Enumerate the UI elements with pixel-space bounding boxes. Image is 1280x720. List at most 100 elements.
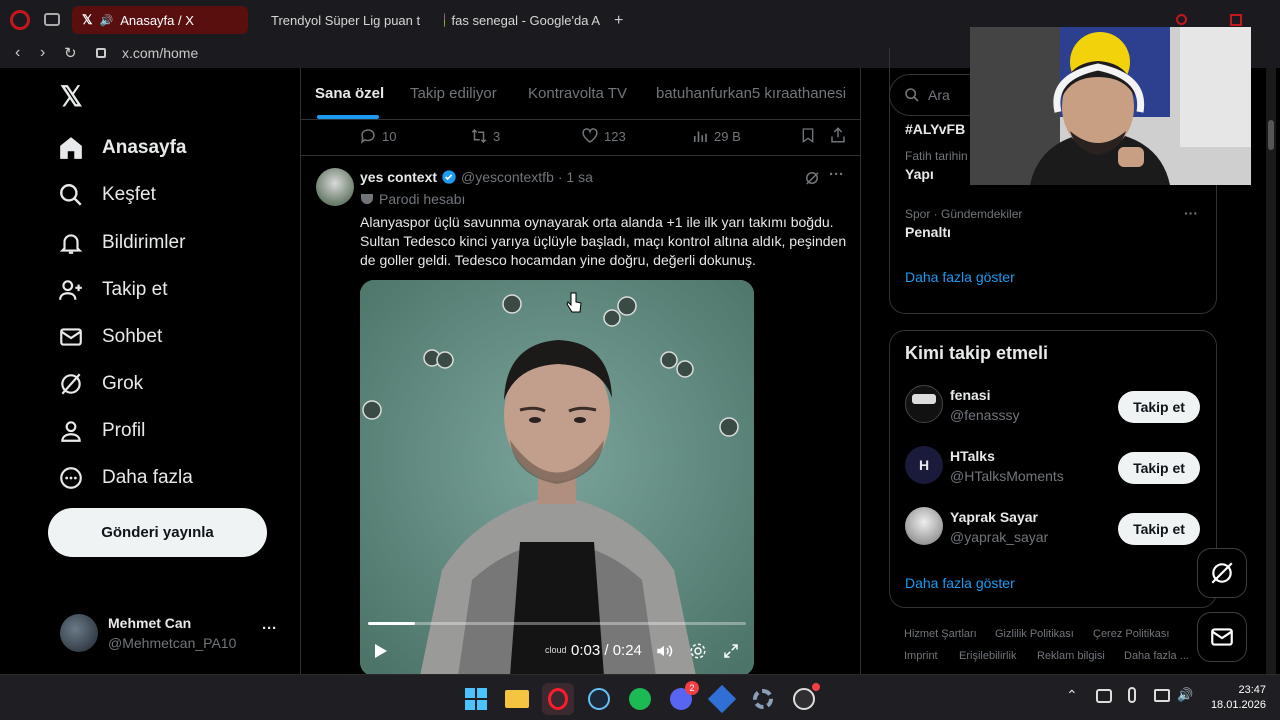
tab-trendyol[interactable]: Trendyol Süper Lig puan t — [254, 6, 430, 34]
forward-icon[interactable]: › — [40, 44, 45, 62]
follow-button[interactable]: Takip et — [1118, 452, 1200, 484]
settings-gear-icon[interactable] — [689, 642, 707, 660]
video-progress-track[interactable] — [368, 622, 746, 625]
volume-tray-icon[interactable]: 🔊 — [1177, 687, 1193, 703]
footer-link[interactable]: Çerez Politikası — [1093, 628, 1169, 640]
tab-menu-icon[interactable] — [44, 13, 60, 26]
new-tab-icon[interactable]: + — [614, 12, 623, 30]
sidebar-item-profile[interactable]: Profil — [58, 418, 145, 444]
tweet-author[interactable]: yes context — [360, 169, 437, 185]
suggestion-name: fenasi — [950, 387, 991, 403]
sidebar-item-chat[interactable]: Sohbet — [58, 324, 162, 350]
account-more-icon[interactable]: ··· — [262, 620, 277, 637]
tweet-time[interactable]: · 1 sa — [558, 169, 593, 185]
sidebar-item-explore[interactable]: Keşfet — [58, 182, 156, 208]
messages-float-button[interactable] — [1197, 612, 1247, 662]
trend-name[interactable]: Penaltı — [905, 224, 951, 240]
footer-link[interactable]: Erişilebilirlik — [959, 650, 1016, 662]
footer-link[interactable]: Gizlilik Politikası — [995, 628, 1074, 640]
sidebar-item-follow[interactable]: Takip et — [58, 277, 167, 303]
spotify-taskbar-button[interactable] — [624, 683, 656, 715]
follow-button[interactable]: Takip et — [1118, 391, 1200, 423]
views-button[interactable]: 29 B — [691, 127, 741, 145]
speaker-icon[interactable]: 🔊 — [99, 14, 113, 27]
trend-name[interactable]: Yapı — [905, 166, 934, 182]
tweet-avatar[interactable] — [316, 168, 354, 206]
x-logo-icon[interactable]: 𝕏 — [60, 80, 83, 113]
tab-label: fas senegal - Google'da A — [451, 12, 600, 28]
back-icon[interactable]: ‹ — [15, 44, 20, 62]
obs-taskbar-button[interactable] — [788, 683, 820, 715]
steam-taskbar-button[interactable] — [583, 683, 615, 715]
tab-following[interactable]: Takip ediliyor — [410, 85, 497, 102]
share-icon[interactable] — [829, 126, 847, 144]
who-to-follow-title: Kimi takip etmeli — [905, 343, 1049, 363]
account-switcher[interactable]: Mehmet Can @Mehmetcan_PA10 ··· — [58, 612, 298, 656]
url-text[interactable]: x.com/home — [122, 45, 198, 61]
tab-label: Trendyol Süper Lig puan t — [271, 12, 421, 28]
window-maximize-icon[interactable] — [1230, 14, 1242, 26]
grok-float-button[interactable] — [1197, 548, 1247, 598]
reload-icon[interactable]: ↻ — [64, 44, 77, 62]
fullscreen-icon[interactable] — [722, 642, 740, 660]
search-tabs-icon[interactable] — [1176, 14, 1187, 25]
sidebar-item-more[interactable]: Daha fazla — [58, 465, 193, 491]
tab-x-home[interactable]: 𝕏 🔊 Anasayfa / X — [72, 6, 248, 34]
notification-badge: 2 — [685, 681, 699, 695]
microphone-icon[interactable] — [1128, 687, 1136, 703]
footer-link[interactable]: Reklam bilgisi — [1037, 650, 1105, 662]
active-tab-indicator — [317, 115, 379, 119]
app-taskbar-button[interactable] — [706, 683, 738, 715]
tab-for-you[interactable]: Sana özel — [315, 85, 384, 102]
bookmark-icon[interactable] — [800, 126, 816, 144]
follow-suggestion[interactable]: H HTalks @HTalksMoments Takip et — [890, 440, 1216, 496]
suggestion-name: HTalks — [950, 448, 995, 464]
tweet[interactable]: yes context @yescontextfb · 1 sa Parodi … — [301, 156, 860, 674]
video-progress-fill — [368, 622, 416, 625]
file-explorer-button[interactable] — [501, 683, 533, 715]
tweet-more-icon[interactable]: ··· — [829, 166, 844, 183]
opera-taskbar-button[interactable] — [542, 683, 574, 715]
discord-taskbar-button[interactable]: 2 — [665, 681, 699, 715]
tab-google[interactable]: fas senegal - Google'da A — [434, 6, 610, 34]
volume-icon[interactable] — [654, 642, 674, 660]
tray-chevron-icon[interactable]: ⌃ — [1066, 687, 1078, 704]
trend-name[interactable]: #ALYvFB — [905, 121, 965, 137]
display-icon[interactable] — [1154, 689, 1170, 702]
like-button[interactable]: 123 — [581, 127, 626, 145]
network-off-icon[interactable] — [1096, 689, 1112, 703]
settings-taskbar-button[interactable] — [747, 683, 779, 715]
play-icon[interactable] — [374, 643, 388, 659]
tab-kontravolta[interactable]: Kontravolta TV — [528, 85, 627, 102]
tweet-video[interactable]: cloud 0:03 / 0:24 — [360, 280, 754, 674]
footer-link[interactable]: Daha fazla ... — [1124, 650, 1189, 662]
opera-logo-icon[interactable] — [10, 10, 30, 30]
footer-link[interactable]: Hizmet Şartları — [904, 628, 977, 640]
reply-button[interactable]: 10 — [359, 127, 396, 145]
tab-batuhanfurkan5[interactable]: batuhanfurkan5 kıraathanesi — [656, 85, 846, 102]
sidebar-item-label: Bildirimler — [102, 232, 186, 253]
tweet-handle[interactable]: @yescontextfb — [461, 169, 554, 185]
page-scrollbar[interactable] — [1266, 68, 1276, 674]
sidebar-item-notifications[interactable]: Bildirimler — [58, 230, 185, 256]
follow-button[interactable]: Takip et — [1118, 513, 1200, 545]
repost-button[interactable]: 3 — [470, 127, 500, 145]
wtf-show-more[interactable]: Daha fazla göster — [905, 575, 1015, 591]
account-name: Mehmet Can — [108, 615, 192, 631]
footer-link[interactable]: Imprint — [904, 650, 938, 662]
clock[interactable]: 23:47 18.01.2026 — [1202, 683, 1266, 713]
avatar — [905, 385, 943, 423]
start-button[interactable] — [460, 683, 492, 715]
post-button[interactable]: Gönderi yayınla — [48, 508, 267, 557]
trend-more-icon[interactable]: ··· — [1184, 205, 1198, 221]
sidebar-item-grok[interactable]: Grok — [58, 371, 143, 397]
follow-suggestion[interactable]: Yaprak Sayar @yaprak_sayar Takip et — [890, 501, 1216, 557]
sidebar-item-home[interactable]: Anasayfa — [58, 135, 187, 161]
sidebar-item-label: Takip et — [102, 279, 168, 300]
trends-show-more[interactable]: Daha fazla göster — [905, 269, 1015, 285]
grok-explain-icon[interactable] — [803, 169, 821, 187]
bell-icon — [59, 234, 83, 254]
clock-time: 23:47 — [1238, 684, 1266, 696]
webcam-overlay — [970, 27, 1251, 185]
follow-suggestion[interactable]: fenasi @fenasssy Takip et — [890, 379, 1216, 435]
